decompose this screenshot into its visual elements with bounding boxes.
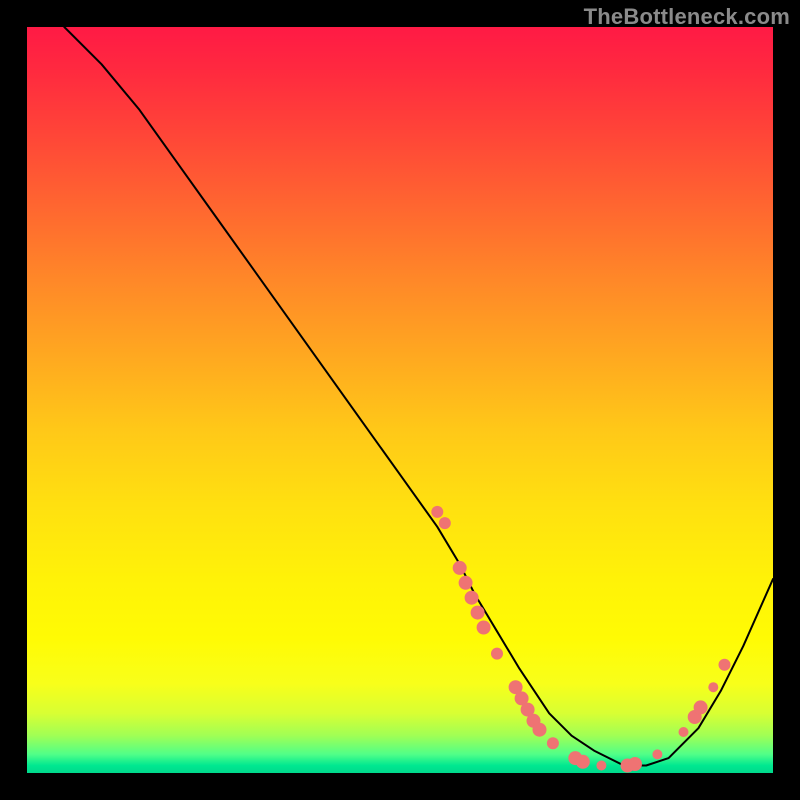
chart-svg-layer <box>27 27 773 773</box>
data-point <box>576 755 590 769</box>
watermark-text: TheBottleneck.com <box>584 4 790 30</box>
data-point <box>465 591 479 605</box>
data-point <box>547 737 559 749</box>
data-point <box>708 682 718 692</box>
bottleneck-curve <box>64 27 773 766</box>
data-point <box>471 606 485 620</box>
data-point <box>533 723 547 737</box>
data-point <box>453 561 467 575</box>
data-point <box>477 621 491 635</box>
data-point <box>694 700 708 714</box>
data-point <box>652 749 662 759</box>
data-point <box>628 757 642 771</box>
chart-plot-area <box>27 27 773 773</box>
data-point <box>459 576 473 590</box>
data-point <box>679 727 689 737</box>
data-point <box>439 517 451 529</box>
data-point <box>491 648 503 660</box>
data-point <box>596 761 606 771</box>
data-point <box>719 659 731 671</box>
data-point <box>431 506 443 518</box>
